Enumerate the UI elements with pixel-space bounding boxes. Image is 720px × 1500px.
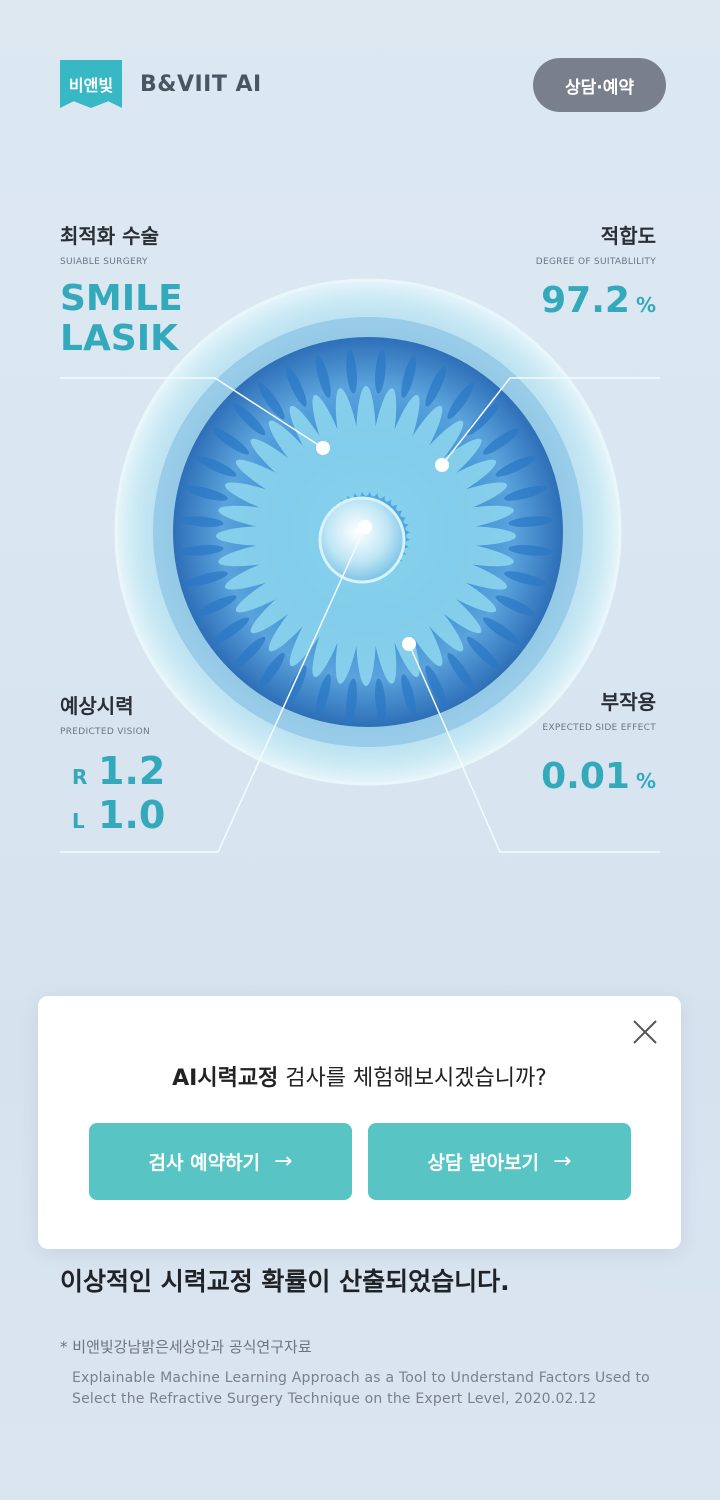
exam-reserve-label: 검사 예약하기 bbox=[148, 1152, 261, 1174]
side-effect-subtitle: EXPECTED SIDE EFFECT bbox=[542, 723, 656, 733]
suitability-unit: % bbox=[635, 293, 656, 317]
suitability-value: 97.2 bbox=[541, 280, 630, 321]
surgery-value-line2: LASIK bbox=[60, 318, 179, 359]
vision-subtitle: PREDICTED VISION bbox=[60, 727, 151, 737]
modal-question-bold: AI시력교정 bbox=[172, 1066, 279, 1091]
side-effect-value: 0.01 bbox=[541, 756, 630, 797]
suitability-title: 적합도 bbox=[600, 224, 656, 248]
surgery-title: 최적화 수술 bbox=[60, 224, 159, 248]
source-note-body: Explainable Machine Learning Approach as… bbox=[72, 1370, 650, 1407]
close-icon[interactable] bbox=[631, 1018, 659, 1046]
modal-question: AI시력교정 검사를 체험해보시겠습니까? bbox=[38, 1060, 681, 1092]
brand-name: B&VIIT AI bbox=[140, 72, 262, 97]
logo-badge: 비앤빛 bbox=[60, 60, 122, 108]
result-headline: 이상적인 시력교정 확률이 산출되었습니다. bbox=[60, 1267, 510, 1296]
side-effect-stat: 부작용 EXPECTED SIDE EFFECT 0.01% bbox=[541, 686, 656, 797]
vision-left-label: L bbox=[72, 809, 85, 833]
vision-stat: 예상시력 PREDICTED VISION R 1.2 L 1.0 bbox=[60, 690, 165, 837]
consult-reserve-button[interactable]: 상담·예약 bbox=[533, 58, 666, 112]
vision-left-value: 1.0 bbox=[98, 793, 166, 837]
consult-label: 상담 받아보기 bbox=[427, 1152, 540, 1174]
suitability-subtitle: DEGREE OF SUITABLILITY bbox=[535, 257, 656, 267]
suitability-stat: 적합도 DEGREE OF SUITABLILITY 97.2% bbox=[536, 220, 656, 321]
vision-title: 예상시력 bbox=[60, 694, 134, 718]
surgery-value-line1: SMILE bbox=[60, 278, 183, 319]
arrow-right-icon: → bbox=[553, 1149, 572, 1174]
modal-question-rest: 검사를 체험해보시겠습니까? bbox=[278, 1066, 547, 1091]
arrow-right-icon: → bbox=[274, 1149, 293, 1174]
side-effect-title: 부작용 bbox=[600, 690, 656, 714]
exam-reserve-button[interactable]: 검사 예약하기 → bbox=[89, 1123, 352, 1200]
side-effect-unit: % bbox=[635, 769, 656, 793]
surgery-stat: 최적화 수술 SUIABLE SURGERY SMILE LASIK bbox=[60, 220, 183, 359]
vision-right-value: 1.2 bbox=[98, 749, 166, 793]
surgery-subtitle: SUIABLE SURGERY bbox=[60, 257, 148, 267]
source-note-title: * 비앤빛강남밝은세상안과 공식연구자료 bbox=[60, 1338, 312, 1356]
eye-illustration bbox=[60, 278, 660, 853]
vision-right-label: R bbox=[72, 765, 88, 789]
consult-button[interactable]: 상담 받아보기 → bbox=[368, 1123, 631, 1200]
exam-prompt-modal: AI시력교정 검사를 체험해보시겠습니까? 검사 예약하기 → 상담 받아보기 … bbox=[38, 996, 681, 1249]
